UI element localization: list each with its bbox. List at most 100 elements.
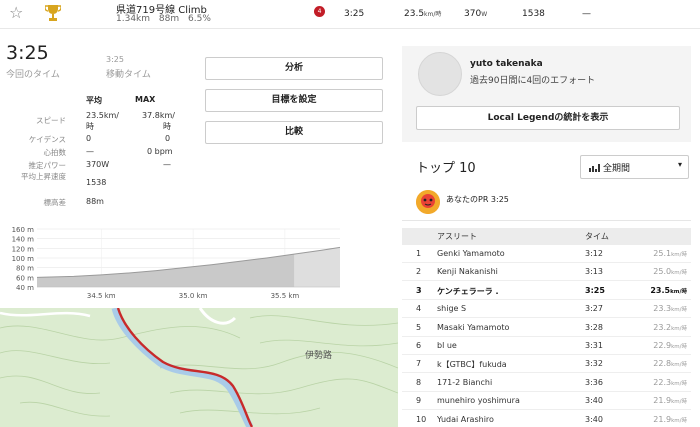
table-row[interactable]: 1 Genki Yamamoto 3:12 25.1km/時 <box>402 245 691 263</box>
period-select[interactable]: 全期間 ▾ <box>580 155 689 179</box>
row-athlete-name[interactable]: bl ue <box>437 341 457 350</box>
row-speed-value: 25.0 <box>653 267 672 277</box>
leaderboard-header: アスリート タイム <box>402 228 691 245</box>
row-speed-value: 23.3 <box>653 304 672 314</box>
y-tick-label: 140 m <box>12 236 35 244</box>
row-speed: 23.2km/時 <box>653 323 687 332</box>
row-athlete-name[interactable]: Masaki Yamamoto <box>437 323 509 332</box>
trophy-icon <box>45 5 61 21</box>
map-place-label: 伊勢路 <box>305 349 332 361</box>
row-rank: 2 <box>416 267 422 277</box>
x-tick-label: 35.0 km <box>179 292 208 300</box>
row-time: 3:40 <box>585 414 603 424</box>
divider <box>402 220 691 221</box>
row-rank: 1 <box>416 249 422 258</box>
stats-header-avg: 平均 <box>86 96 102 105</box>
row-speed-value: 22.8 <box>653 359 672 369</box>
row-athlete-name[interactable]: Yudai Arashiro <box>437 415 494 424</box>
row-speed-unit: km/時 <box>671 252 687 258</box>
row-time: 3:28 <box>585 322 603 332</box>
row-time: 3:25 <box>585 285 605 295</box>
row-athlete-name[interactable]: munehiro yoshimura <box>437 396 520 405</box>
y-tick-label: 40 m <box>16 284 34 292</box>
elevation-chart[interactable]: 160 m 140 m120 m 100 m 80 m60 m 40 m 34.5 km 3… <box>0 226 345 306</box>
segment-row[interactable]: ☆ 県道719号線 Climb 1.34km 88m 6.5% 4 3:25 2… <box>0 0 700 26</box>
row-speed: 21.9km/時 <box>653 415 687 424</box>
row-athlete-name[interactable]: 171-2 Bianchi <box>437 378 492 387</box>
set-goal-button[interactable]: 目標を設定 <box>205 89 383 112</box>
row-speed-value: 25.1 <box>653 249 672 258</box>
table-row[interactable]: 2 Kenji Nakanishi 3:13 25.0km/時 <box>402 263 691 282</box>
table-row[interactable]: 8 171-2 Bianchi 3:36 22.3km/時 <box>402 374 691 392</box>
row-athlete-name[interactable]: Genki Yamamoto <box>437 249 505 258</box>
analyze-button[interactable]: 分析 <box>205 57 383 80</box>
row-time: 3:36 <box>585 377 603 387</box>
local-legend-button[interactable]: Local Legendの統計を表示 <box>416 106 680 130</box>
row-speed: 25.0km/時 <box>653 267 687 276</box>
route-map[interactable]: 伊勢路 <box>0 308 398 427</box>
bar-chart-icon <box>589 164 600 172</box>
segment-details: 1.34km 88m 6.5% <box>116 14 217 24</box>
compare-button[interactable]: 比較 <box>205 121 383 144</box>
segment-vam: 1538 <box>522 9 545 19</box>
moving-time-label: 移動タイム <box>106 70 151 80</box>
row-speed: 21.9km/時 <box>653 396 687 405</box>
row-speed-value: 22.3 <box>653 377 672 387</box>
row-time: 3:32 <box>585 359 603 369</box>
row-speed: 22.3km/時 <box>653 378 687 387</box>
x-tick-label: 35.5 km <box>271 292 300 300</box>
segment-power-unit: W <box>481 11 488 18</box>
row-athlete-name[interactable]: Kenji Nakanishi <box>437 267 498 276</box>
table-row[interactable]: 4 shige S 3:27 23.3km/時 <box>402 300 691 319</box>
star-icon[interactable]: ☆ <box>9 3 23 22</box>
row-athlete-name[interactable]: k【GTBC】fukuda <box>437 359 507 370</box>
row-speed-unit: km/時 <box>671 307 687 314</box>
stat-hr-max: 0 bpm <box>147 147 173 156</box>
stat-power-avg: 370W <box>86 160 110 169</box>
stat-cadence-avg: 0 <box>86 134 92 143</box>
col-time: タイム <box>585 232 609 241</box>
table-row[interactable]: 6 bl ue 3:31 22.9km/時 <box>402 337 691 355</box>
table-row[interactable]: 5 Masaki Yamamoto 3:28 23.2km/時 <box>402 319 691 337</box>
row-athlete-name[interactable]: ケンチェラーラ . <box>437 286 499 297</box>
map-background <box>0 308 398 427</box>
moving-time: 3:25 <box>106 55 124 64</box>
stat-power-max: — <box>163 160 171 169</box>
row-speed-unit: km/時 <box>671 344 687 350</box>
stat-speed-max-unit: 時 <box>163 122 171 131</box>
stat-label-speed: スピード <box>36 116 66 125</box>
row-speed-value: 21.9 <box>653 396 672 406</box>
stat-label-hr: 心拍数 <box>43 148 67 157</box>
row-time: 3:13 <box>585 267 603 277</box>
stat-speed-avg-unit: 時 <box>86 122 94 131</box>
divider <box>0 28 700 29</box>
row-rank: 6 <box>416 341 422 350</box>
avatar[interactable] <box>418 52 462 96</box>
elapsed-time-label: 今回のタイム <box>6 70 60 80</box>
row-speed-unit: km/時 <box>671 325 687 332</box>
athlete-name[interactable]: yuto takenaka <box>470 59 543 69</box>
col-athlete: アスリート <box>437 232 477 241</box>
x-tick-label: 34.5 km <box>87 292 116 300</box>
y-tick-label: 160 m <box>12 226 35 234</box>
stats-header-max: MAX <box>135 95 156 104</box>
row-speed: 23.5km/時 <box>650 286 687 295</box>
stat-cadence-max: 0 <box>165 134 171 143</box>
table-row[interactable]: 10 Yudai Arashiro 3:40 21.9km/時 <box>402 411 691 427</box>
period-label: 全期間 <box>603 164 631 174</box>
y-tick-label: 60 m <box>16 274 34 282</box>
row-speed: 23.3km/時 <box>653 304 687 313</box>
stat-elev-avg: 88m <box>86 197 104 206</box>
stat-label-vam: 平均上昇速度 <box>21 172 66 181</box>
table-row[interactable]: 3 ケンチェラーラ . 3:25 23.5km/時 <box>402 282 691 300</box>
row-time: 3:31 <box>585 341 603 350</box>
table-row[interactable]: 9 munehiro yoshimura 3:40 21.9km/時 <box>402 392 691 411</box>
segment-power-value: 370 <box>464 9 482 19</box>
segment-speed: 23.5km/時 <box>404 9 441 19</box>
row-rank: 8 <box>416 377 422 387</box>
row-athlete-name[interactable]: shige S <box>437 304 466 313</box>
row-time: 3:40 <box>585 396 603 406</box>
segment-elev-gain: 88m <box>158 14 180 24</box>
row-speed-value: 23.2 <box>653 322 672 332</box>
table-row[interactable]: 7 k【GTBC】fukuda 3:32 22.8km/時 <box>402 355 691 374</box>
